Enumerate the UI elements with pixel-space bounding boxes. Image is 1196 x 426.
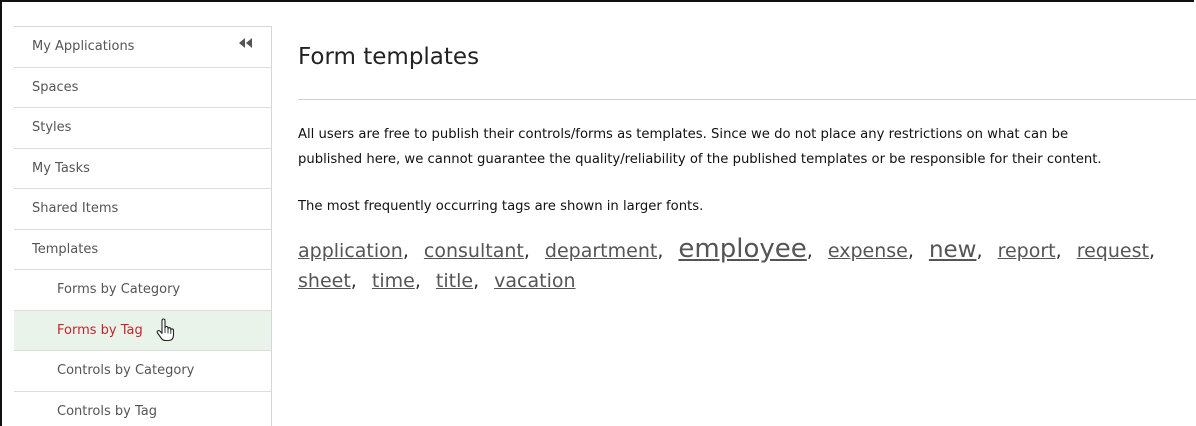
disclaimer-line-1: All users are free to publish their cont… — [298, 127, 1069, 142]
sidebar-item-label: Forms by Category — [57, 282, 181, 298]
sidebar-item-label: Controls by Category — [57, 363, 195, 379]
page-title: Form templates — [298, 44, 480, 70]
tag-link-new[interactable]: new — [929, 237, 977, 263]
sidebar-item-styles[interactable]: Styles — [14, 108, 271, 149]
tag-separator: , — [1148, 240, 1155, 262]
disclaimer-text: All users are free to publish their cont… — [298, 122, 1196, 172]
tag-link-consultant[interactable]: consultant — [424, 240, 524, 262]
sidebar-item-spaces[interactable]: Spaces — [14, 68, 271, 108]
sidebar-item-label: My Applications — [32, 39, 135, 55]
sidebar-item-controls-by-tag[interactable]: Controls by Tag — [14, 392, 271, 426]
sidebar-item-label: Shared Items — [32, 201, 119, 217]
tag-separator: , — [402, 240, 409, 262]
sidebar-item-label: Styles — [32, 120, 72, 136]
sidebar-item-label: Forms by Tag — [57, 322, 143, 338]
hand-pointer-icon — [156, 318, 174, 342]
sidebar-item-templates[interactable]: Templates — [14, 230, 271, 270]
sidebar-item-forms-by-category[interactable]: Forms by Category — [14, 270, 271, 311]
tag-separator: , — [414, 270, 421, 292]
sidebar-item-label: My Tasks — [32, 160, 90, 176]
tag-separator: , — [657, 240, 664, 262]
tag-separator: , — [523, 240, 530, 262]
sidebar-item-label: Spaces — [32, 79, 79, 95]
sidebar: My Applications Spaces Styles My Tasks S… — [14, 26, 272, 426]
title-divider — [298, 99, 1196, 100]
sidebar-item-controls-by-category[interactable]: Controls by Category — [14, 351, 271, 392]
tag-link-vacation[interactable]: vacation — [494, 270, 575, 292]
tag-link-department[interactable]: department — [545, 240, 657, 262]
tag-separator: , — [976, 240, 983, 262]
sidebar-item-label: Controls by Tag — [57, 403, 157, 419]
sidebar-item-my-tasks[interactable]: My Tasks — [14, 149, 271, 189]
double-chevron-left-icon[interactable] — [239, 38, 255, 50]
sidebar-item-shared-items[interactable]: Shared Items — [14, 189, 271, 230]
tag-link-expense[interactable]: expense — [828, 240, 908, 262]
tag-link-title[interactable]: title — [436, 270, 473, 292]
tag-cloud: application, consultant, department, emp… — [298, 234, 1196, 296]
tag-separator: , — [350, 270, 357, 292]
tag-link-request[interactable]: request — [1077, 240, 1149, 262]
sidebar-item-my-applications[interactable]: My Applications — [14, 27, 271, 68]
tag-separator: , — [1055, 240, 1062, 262]
sidebar-item-forms-by-tag[interactable]: Forms by Tag — [14, 310, 271, 351]
tag-link-report[interactable]: report — [998, 240, 1056, 262]
tag-separator: , — [907, 240, 914, 262]
tag-link-sheet[interactable]: sheet — [298, 270, 351, 292]
tag-link-time[interactable]: time — [372, 270, 415, 292]
main-content: Form templates All users are free to pub… — [298, 26, 1196, 292]
tag-separator: , — [806, 240, 813, 262]
disclaimer-line-2: published here, we cannot guarantee the … — [298, 152, 1102, 167]
tag-cloud-note: The most frequently occurring tags are s… — [298, 199, 704, 214]
sidebar-item-label: Templates — [32, 241, 99, 257]
tag-separator: , — [473, 270, 480, 292]
tag-link-employee[interactable]: employee — [678, 234, 806, 264]
tag-link-application[interactable]: application — [298, 240, 403, 262]
